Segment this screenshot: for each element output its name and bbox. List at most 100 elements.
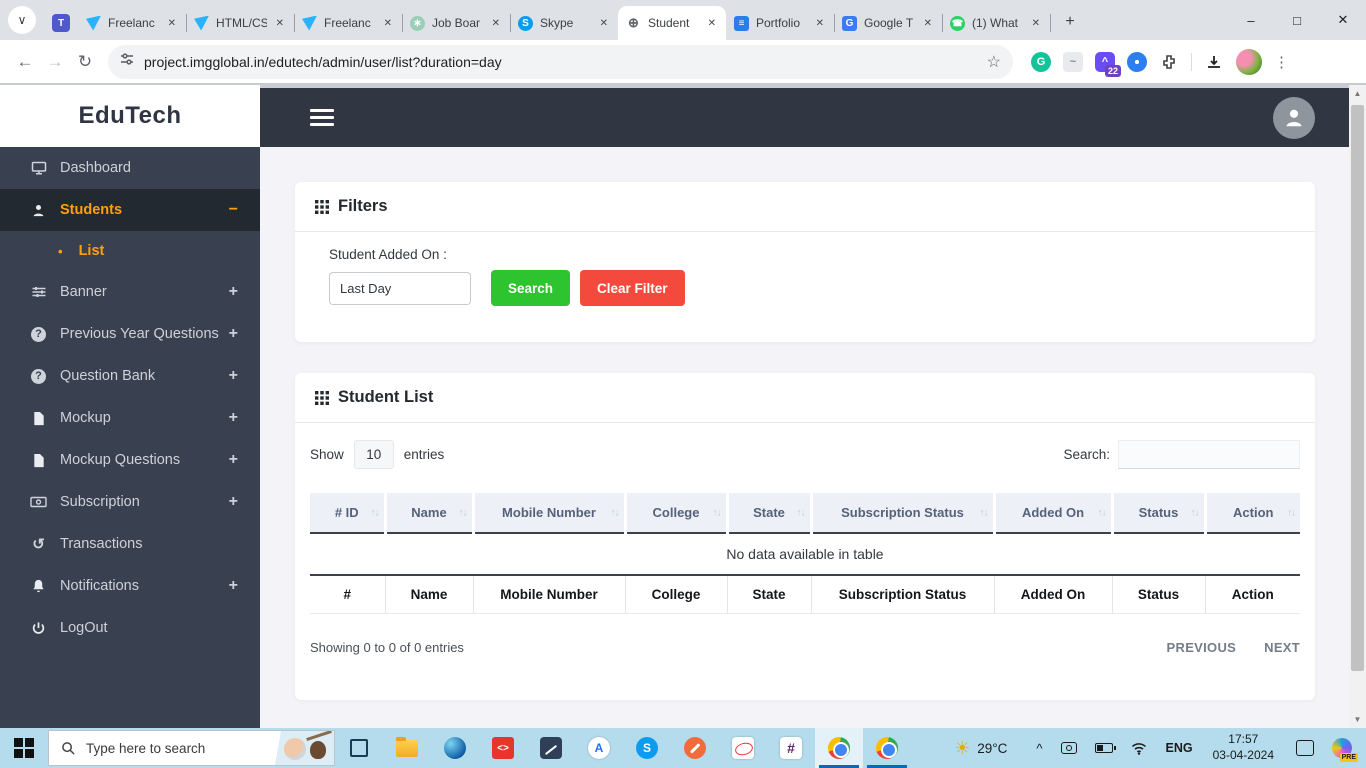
expand-plus-icon[interactable]: + xyxy=(229,451,238,469)
table-search-input[interactable] xyxy=(1118,440,1300,469)
sidebar-item-mockup[interactable]: Mockup + xyxy=(0,397,260,439)
scroll-down-arrow[interactable]: ▼ xyxy=(1349,711,1366,728)
column-header-college[interactable]: College ↑↓ xyxy=(625,493,729,534)
wifi-icon[interactable] xyxy=(1131,742,1147,755)
collapse-minus-icon[interactable]: − xyxy=(229,201,238,219)
extensions-puzzle-icon[interactable] xyxy=(1159,52,1179,72)
sidebar-item-mockup-questions[interactable]: Mockup Questions + xyxy=(0,439,260,481)
close-tab-icon[interactable]: ✕ xyxy=(382,16,394,31)
taskbar-app-postman[interactable] xyxy=(671,728,719,768)
tab-job-board[interactable]: ∗ Job Boar ✕ xyxy=(402,6,511,40)
tab-html-css[interactable]: HTML/CS ✕ xyxy=(186,6,295,40)
scroll-up-arrow[interactable]: ▲ xyxy=(1349,85,1366,102)
sidebar-item-students[interactable]: Students − xyxy=(0,189,260,231)
tab-skype[interactable]: S Skype ✕ xyxy=(510,6,619,40)
expand-plus-icon[interactable]: + xyxy=(229,409,238,427)
column-header-action[interactable]: Action ↑↓ xyxy=(1205,493,1300,534)
taskbar-app-code-editor[interactable]: <> xyxy=(479,728,527,768)
url-text[interactable]: project.imgglobal.in/edutech/admin/user/… xyxy=(144,54,987,70)
search-box-doodle[interactable] xyxy=(268,731,334,765)
bookmark-star-icon[interactable]: ☆ xyxy=(987,52,1001,72)
minimize-button[interactable]: – xyxy=(1228,0,1274,40)
hamburger-menu-icon[interactable] xyxy=(310,109,334,126)
expand-plus-icon[interactable]: + xyxy=(229,325,238,343)
column-header-subscription[interactable]: Subscription Status ↑↓ xyxy=(811,493,996,534)
purple-extension-icon[interactable]: ^ 22 xyxy=(1095,51,1121,77)
column-header-status[interactable]: Status ↑↓ xyxy=(1112,493,1207,534)
column-header-id[interactable]: # ID ↑↓ xyxy=(310,493,387,534)
close-tab-icon[interactable]: ✕ xyxy=(274,16,286,31)
blue-extension-icon[interactable] xyxy=(1127,51,1147,72)
forward-button[interactable]: → xyxy=(40,47,70,77)
brand-logo[interactable]: EduTech xyxy=(0,85,260,147)
expand-plus-icon[interactable]: + xyxy=(229,493,238,511)
sidebar-item-dashboard[interactable]: Dashboard xyxy=(0,147,260,189)
tab-freelancer-2[interactable]: Freelanc ✕ xyxy=(294,6,403,40)
tab-portfolio[interactable]: ≡ Portfolio ✕ xyxy=(726,6,835,40)
maximize-button[interactable]: □ xyxy=(1274,0,1320,40)
taskbar-search-box[interactable]: Type here to search xyxy=(48,730,335,766)
sidebar-item-subscription[interactable]: Subscription + xyxy=(0,481,260,523)
show-hidden-icons-chevron[interactable]: ^ xyxy=(1036,741,1042,756)
sidebar-item-logout[interactable]: LogOut xyxy=(0,607,260,649)
previous-page-button[interactable]: PREVIOUS xyxy=(1167,640,1237,655)
page-size-select[interactable]: 10 xyxy=(353,440,394,469)
language-indicator[interactable]: ENG xyxy=(1166,741,1193,755)
grammarly-extension-icon[interactable]: G xyxy=(1031,51,1051,72)
taskbar-app-snipping-tool[interactable] xyxy=(719,728,767,768)
taskbar-app-file-explorer[interactable] xyxy=(383,728,431,768)
next-page-button[interactable]: NEXT xyxy=(1264,640,1300,655)
back-button[interactable]: ← xyxy=(10,47,40,77)
close-tab-icon[interactable]: ✕ xyxy=(1030,16,1042,31)
sidebar-item-previous-year-questions[interactable]: ? Previous Year Questions + xyxy=(0,313,260,355)
column-header-added-on[interactable]: Added On ↑↓ xyxy=(994,493,1114,534)
taskbar-app-chrome-2[interactable] xyxy=(863,728,911,768)
expand-plus-icon[interactable]: + xyxy=(229,283,238,301)
user-avatar[interactable] xyxy=(1273,96,1315,139)
sidebar-item-notifications[interactable]: Notifications + xyxy=(0,565,260,607)
camera-icon[interactable] xyxy=(1060,742,1077,754)
expand-plus-icon[interactable]: + xyxy=(229,577,238,595)
taskbar-app-slack[interactable]: # xyxy=(767,728,815,768)
tab-student-list-active[interactable]: ⊕ Student ✕ xyxy=(618,6,726,40)
reload-button[interactable]: ↻ xyxy=(70,47,100,77)
taskbar-app-dark-tool[interactable] xyxy=(527,728,575,768)
close-tab-icon[interactable]: ✕ xyxy=(706,16,718,31)
pinned-tab-teams[interactable]: T xyxy=(44,6,78,40)
close-tab-icon[interactable]: ✕ xyxy=(814,16,826,31)
close-window-button[interactable]: ✕ xyxy=(1320,0,1366,40)
duration-select[interactable]: Last Day xyxy=(329,271,471,305)
taskbar-app-compass[interactable]: A xyxy=(575,728,623,768)
clock[interactable]: 17:57 03-04-2024 xyxy=(1213,732,1274,763)
tab-search-dropdown-button[interactable]: ∨ xyxy=(8,6,36,34)
sidebar-item-banner[interactable]: Banner + xyxy=(0,271,260,313)
site-info-icon[interactable] xyxy=(120,52,134,71)
page-scrollbar[interactable]: ▲ ▼ xyxy=(1349,85,1366,728)
close-tab-icon[interactable]: ✕ xyxy=(490,16,502,31)
tab-freelancer-1[interactable]: Freelanc ✕ xyxy=(78,6,187,40)
battery-icon[interactable] xyxy=(1094,743,1116,753)
tab-google-translate[interactable]: G Google T ✕ xyxy=(834,6,943,40)
expand-plus-icon[interactable]: + xyxy=(229,367,238,385)
close-tab-icon[interactable]: ✕ xyxy=(922,16,934,31)
wave-extension-icon[interactable]: ~ xyxy=(1063,51,1083,72)
column-header-mobile[interactable]: Mobile Number ↑↓ xyxy=(473,493,627,534)
browser-profile-avatar[interactable] xyxy=(1236,48,1262,75)
search-button[interactable]: Search xyxy=(491,270,571,306)
close-tab-icon[interactable]: ✕ xyxy=(598,16,610,31)
tab-whatsapp[interactable]: ☎ (1) What ✕ xyxy=(942,6,1051,40)
taskbar-app-edge[interactable] xyxy=(431,728,479,768)
column-header-state[interactable]: State ↑↓ xyxy=(727,493,813,534)
taskbar-app-skype[interactable]: S xyxy=(623,728,671,768)
weather-widget[interactable]: ☀ 29°C xyxy=(954,738,1007,759)
sidebar-subitem-list[interactable]: • List xyxy=(0,231,260,271)
notification-center-icon[interactable] xyxy=(1296,740,1314,756)
address-bar[interactable]: project.imgglobal.in/edutech/admin/user/… xyxy=(108,44,1013,79)
scrollbar-thumb[interactable] xyxy=(1351,105,1364,671)
sidebar-item-question-bank[interactable]: ? Question Bank + xyxy=(0,355,260,397)
taskbar-app-chrome-active[interactable] xyxy=(815,728,863,768)
browser-menu-icon[interactable]: ⋮ xyxy=(1274,53,1290,71)
downloads-icon[interactable] xyxy=(1204,52,1224,72)
copilot-icon[interactable]: PRE xyxy=(1332,738,1358,762)
close-tab-icon[interactable]: ✕ xyxy=(166,16,178,31)
